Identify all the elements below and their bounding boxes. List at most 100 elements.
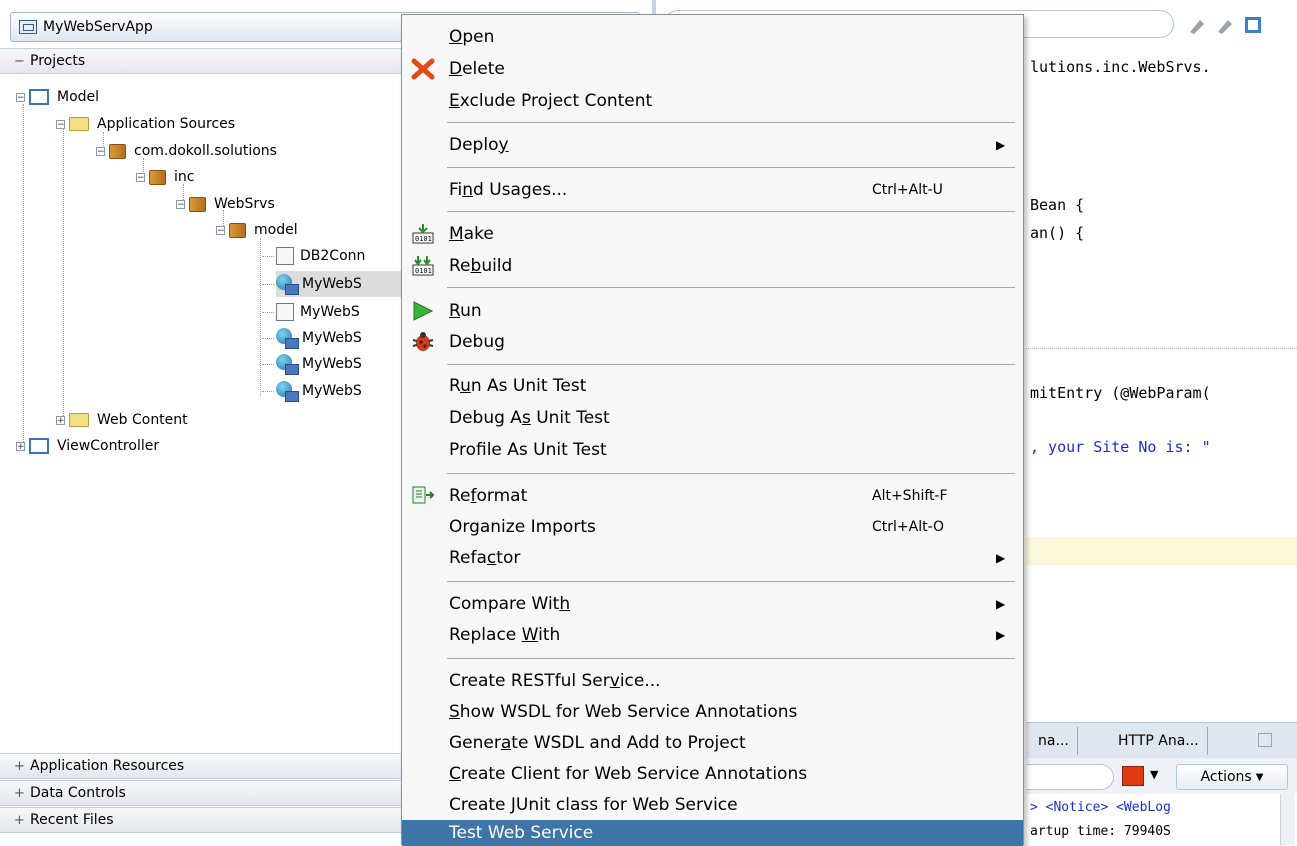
menu-item-label: Run As Unit Test [449,375,587,396]
menu-item-find-usages[interactable]: Find Usages... Ctrl+Alt-U [402,174,1023,205]
collapse-icon[interactable]: − [14,54,25,69]
menu-item-test-web-service[interactable]: Test Web Service [402,820,1023,846]
collapse-icon[interactable]: − [96,146,105,156]
menu-item-label: Create JUnit class for Web Service [449,794,738,815]
menu-item-run[interactable]: Run [402,295,1023,326]
log-output[interactable]: > <Notice> <WebLog artup time: 79940S [1026,794,1297,845]
collapse-icon[interactable]: − [56,119,65,129]
menu-item-label: Open [449,26,495,47]
collapse-icon[interactable]: − [176,199,185,209]
tree-node-label: model [254,222,298,238]
tree-node-package[interactable]: − inc [136,164,194,190]
dropdown-arrow-icon[interactable]: ▼ [1150,768,1158,781]
sync-icon[interactable] [1242,14,1264,36]
tree-node-file[interactable]: MyWebS [276,299,360,325]
menu-item-create-client[interactable]: Create Client for Web Service Annotation… [402,758,1023,789]
package-icon [229,222,246,238]
menu-item-delete[interactable]: Delete [402,53,1023,84]
log-scrollbar[interactable] [1280,794,1295,845]
tree-node-webservice[interactable]: MyWebS [276,378,362,404]
tree-node-webservice-selected[interactable]: MyWebS [276,271,401,297]
tree-node-model[interactable]: − Model [16,84,99,110]
menu-item-run-as-unit-test[interactable]: Run As Unit Test [402,370,1023,401]
code-line[interactable]: lutions.inc.WebSrvs. [1030,58,1211,76]
code-line[interactable]: an() { [1030,224,1084,242]
log-tab-http-analyzer[interactable]: HTTP Ana... [1110,727,1208,755]
menu-separator [447,473,1015,474]
menu-item-refactor[interactable]: Refactor ▶ [402,542,1023,573]
menu-item-reformat[interactable]: Reformat Alt+Shift-F [402,480,1023,511]
log-tab[interactable]: na... [1030,727,1078,755]
stop-icon[interactable] [1122,766,1144,786]
collapse-icon[interactable]: − [16,92,25,102]
menu-item-profile-as-unit-test[interactable]: Profile As Unit Test [402,434,1023,465]
tree-node-label: DB2Conn [300,248,366,264]
tree-node-viewcontroller[interactable]: + ViewController [16,433,159,459]
section-label: Recent Files [30,812,114,828]
menu-separator [447,287,1015,288]
collapse-icon[interactable]: − [136,172,145,182]
menu-item-create-junit-class[interactable]: Create JUnit class for Web Service [402,789,1023,820]
application-icon [19,20,37,34]
pin-icon[interactable] [1214,14,1236,36]
tree-node-label: MyWebS [302,276,362,292]
menu-item-create-restful-service[interactable]: Create RESTful Service... [402,665,1023,696]
menu-item-show-wsdl[interactable]: Show WSDL for Web Service Annotations [402,696,1023,727]
package-icon [109,143,126,159]
expand-icon[interactable]: + [14,759,25,774]
project-icon [29,89,49,105]
tree-guide [262,364,274,365]
code-line[interactable]: Bean { [1030,196,1084,214]
application-name: MyWebServApp [43,19,153,35]
actions-button[interactable]: Actions ▼ [1176,764,1288,790]
menu-item-organize-imports[interactable]: Organize Imports Ctrl+Alt-O [402,511,1023,542]
menu-shortcut: Ctrl+Alt-O [872,518,945,535]
tree-node-package[interactable]: − model [216,217,298,243]
expand-icon[interactable]: + [16,441,25,451]
menu-item-label: Show WSDL for Web Service Annotations [449,701,798,722]
menu-item-open[interactable]: Open [402,21,1023,52]
menu-shortcut: Ctrl+Alt-U [872,181,943,198]
menu-separator [447,122,1015,123]
tree-node-web-content[interactable]: + Web Content [56,407,188,433]
menu-item-debug[interactable]: Debug [402,326,1023,357]
dropdown-arrow-icon: ▼ [1255,771,1264,783]
tree-node-label: MyWebS [302,383,362,399]
expand-icon[interactable]: + [14,786,25,801]
package-icon [149,169,166,185]
menu-item-debug-as-unit-test[interactable]: Debug As Unit Test [402,402,1023,433]
svg-text:0101: 0101 [415,267,432,275]
menu-item-replace-with[interactable]: Replace With ▶ [402,619,1023,650]
submenu-arrow-icon: ▶ [996,596,1006,611]
code-line[interactable]: , your Site No is: " [1030,438,1211,456]
menu-item-exclude-project-content[interactable]: Exclude Project Content [402,85,1023,116]
minimize-icon[interactable] [1258,733,1272,747]
log-search-input[interactable] [1026,764,1114,790]
tree-node-application-sources[interactable]: − Application Sources [56,111,235,137]
reformat-icon [410,484,436,508]
expand-icon[interactable]: + [56,415,65,425]
menu-item-generate-wsdl[interactable]: Generate WSDL and Add to Project [402,727,1023,758]
tree-node-label: inc [174,169,195,185]
menu-item-rebuild[interactable]: 0101 Rebuild [402,250,1023,281]
current-line-highlight [1026,537,1297,565]
code-line[interactable]: mitEntry (@WebParam( [1030,384,1211,402]
project-icon [29,438,49,454]
tree-node-webservice[interactable]: MyWebS [276,325,362,351]
menu-separator [447,581,1015,582]
run-icon [410,299,436,323]
tree-node-file[interactable]: DB2Conn [276,243,365,269]
menu-item-deploy[interactable]: Deploy ▶ [402,129,1023,160]
menu-item-compare-with[interactable]: Compare With ▶ [402,588,1023,619]
java-file-icon [276,303,294,321]
log-tab-bar: na... HTTP Ana... [1026,722,1297,759]
collapse-icon[interactable]: − [216,225,225,235]
web-service-icon [276,381,299,402]
menu-item-make[interactable]: 0101 Make [402,218,1023,249]
editor-divider [1026,348,1297,349]
tree-node-package[interactable]: − com.dokoll.solutions [96,138,277,164]
pin-icon[interactable] [1186,14,1208,36]
tree-node-webservice[interactable]: MyWebS [276,351,362,377]
tree-node-package[interactable]: − WebSrvs [176,191,275,217]
expand-icon[interactable]: + [14,813,25,828]
